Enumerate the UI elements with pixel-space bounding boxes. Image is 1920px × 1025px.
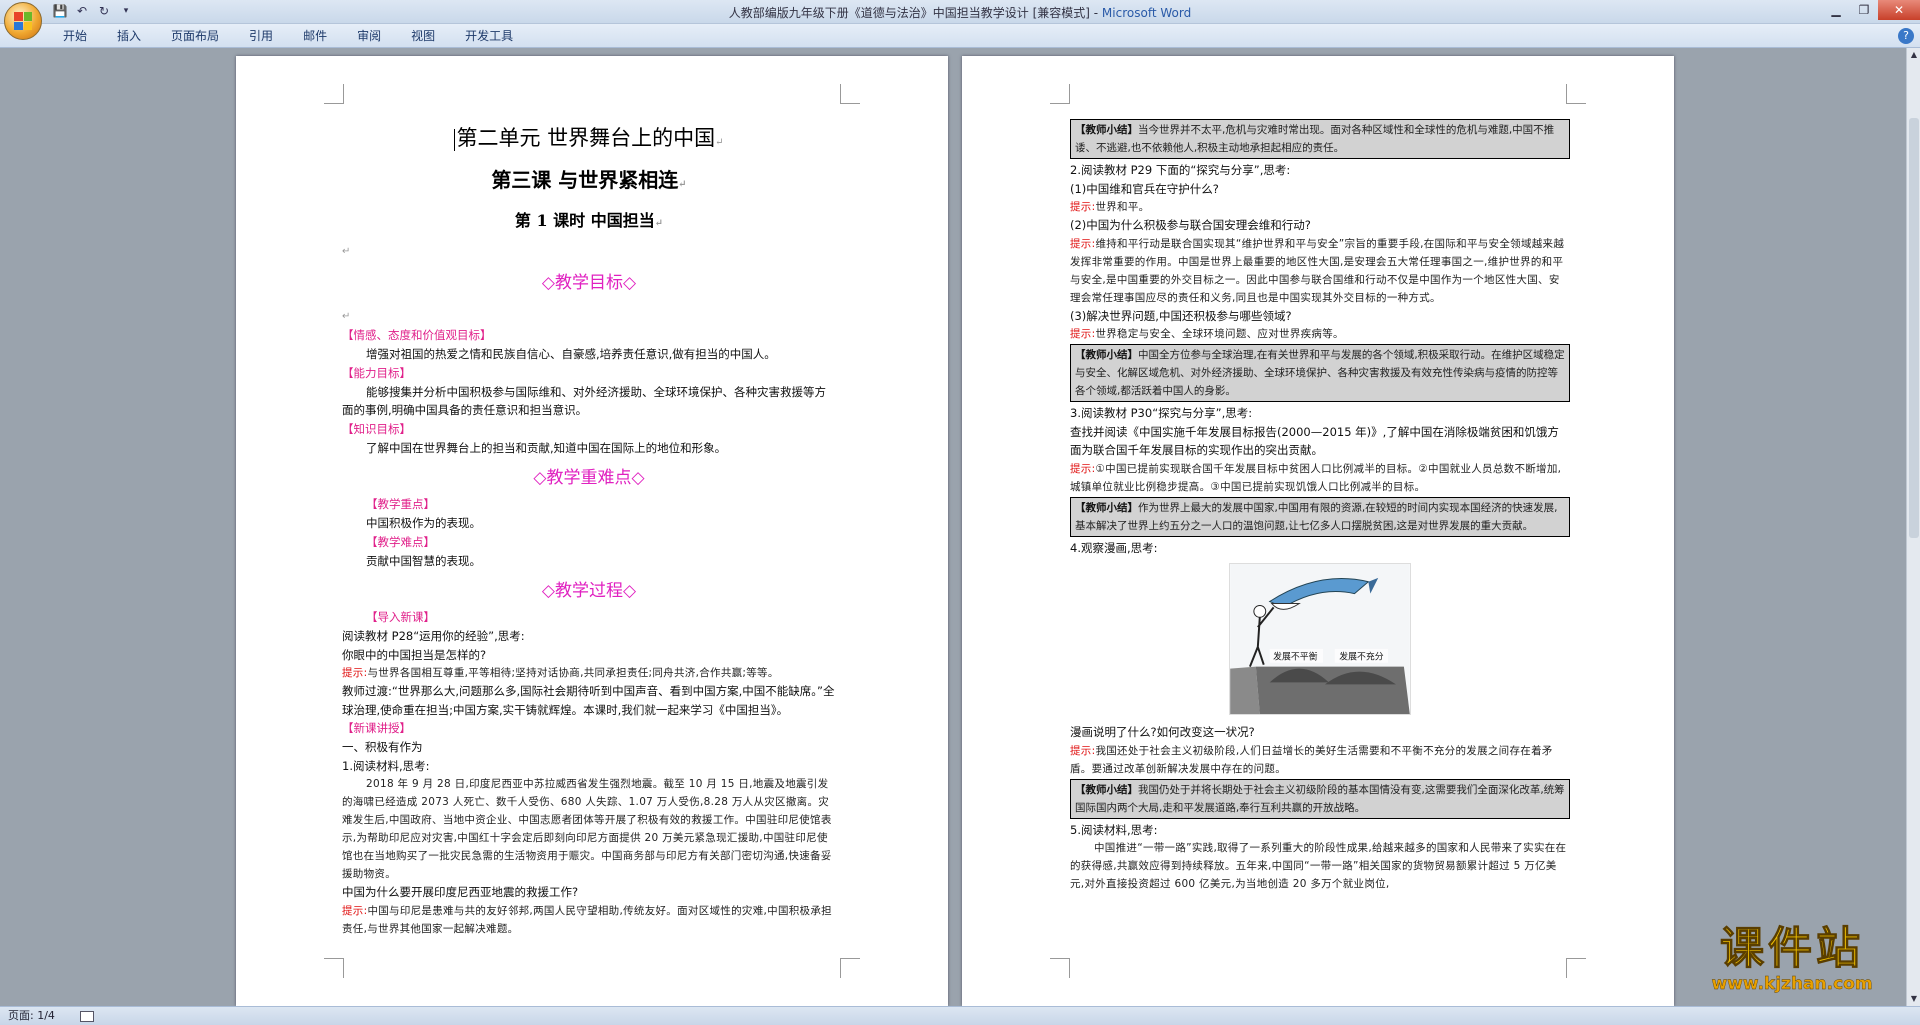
- teacher-summary-box-1: 【教师小结】当今世界并不太平,危机与灾难时常出现。面对各种区域性和全球性的危机与…: [1070, 119, 1570, 159]
- site-watermark: 课件站 www.kjzhan.com: [1672, 923, 1912, 1004]
- maximize-icon[interactable]: ❐: [1850, 0, 1878, 20]
- office-button[interactable]: [4, 2, 42, 40]
- scroll-up-icon[interactable]: ▲: [1907, 48, 1920, 62]
- emotion-goal-text: 增强对祖国的热爱之情和民族自信心、自豪感,培养责任意识,做有担当的中国人。: [366, 347, 776, 361]
- cartoon-ground: [1255, 666, 1410, 714]
- question-2b-tip: 提示:维持和平行动是联合国实现其“维护世界和平与安全”宗旨的重要手段,在国际和平…: [1070, 237, 1565, 304]
- document-page-1[interactable]: 第二单元 世界舞台上的中国↵ 第三课 与世界紧相连↵ 第 1 课时 中国担当↵ …: [236, 56, 948, 1006]
- difficult-point-text: 贡献中国智慧的表现。: [366, 553, 481, 568]
- period-title: 第 1 课时 中国担当↵: [514, 211, 664, 230]
- read-material-5: 5.阅读材料,思考:: [1070, 822, 1158, 837]
- observe-cartoon: 4.观察漫画,思考:: [1070, 540, 1158, 555]
- ability-goal-text: 能够搜集并分析中国积极参与国际维和、对外经济援助、全球环境保护、各种灾害救援等方…: [342, 384, 826, 418]
- window-title: 人教部编版九年级下册《道德与法治》中国担当教学设计 [兼容模式] - Micro…: [0, 4, 1920, 21]
- teacher-summary-box-4: 【教师小结】我国仍处于并将长期处于社会主义初级阶段的基本国情没有变,这需要我们全…: [1070, 778, 1570, 819]
- cartoon-label-unbalanced: 发展不平衡: [1273, 651, 1317, 663]
- tab-mailings[interactable]: 邮件: [288, 24, 342, 48]
- tab-review[interactable]: 审阅: [342, 24, 396, 48]
- ribbon-tab-bar: 开始 插入 页面布局 引用 邮件 审阅 视图 开发工具 ?: [0, 24, 1920, 48]
- key-point-text: 中国积极作为的表现。: [366, 516, 481, 530]
- part-one-heading: 一、积极有作为: [342, 740, 423, 754]
- read-material-3: 3.阅读教材 P30“探究与分享”,思考:: [1070, 406, 1253, 420]
- window-controls: ▁ ❐ ✕: [1822, 0, 1920, 20]
- teacher-summary-box-2: 【教师小结】中国全方位参与全球治理,在有关世界和平与发展的各个领域,积极采取行动…: [1070, 344, 1570, 402]
- page-2-content: 【教师小结】当今世界并不太平,危机与灾难时常出现。面对各种区域性和全球性的危机与…: [962, 56, 1674, 1006]
- question-2a-tip: 提示:世界和平。: [1070, 201, 1150, 213]
- empty-paragraph: ↵: [342, 246, 351, 257]
- belt-road-material: 中国推进“一带一路”实践,取得了一系列重大的阶段性成果,给越来越多的国家和人民带…: [1070, 842, 1567, 890]
- label-difficult-point: 【教学难点】: [366, 534, 435, 549]
- vertical-scrollbar[interactable]: ▲ ▼: [1906, 48, 1920, 1006]
- knowledge-goal-text: 了解中国在世界舞台上的担当和贡献,知道中国在国际上的地位和形象。: [366, 440, 727, 455]
- tab-page-layout[interactable]: 页面布局: [156, 24, 234, 48]
- intro-question: 你眼中的中国担当是怎样的?: [342, 647, 487, 662]
- ribbon-tabs: 开始 插入 页面布局 引用 邮件 审阅 视图 开发工具: [48, 24, 528, 48]
- spelling-status-icon[interactable]: [80, 1010, 95, 1022]
- intro-tip: 提示:与世界各国相互尊重,平等相待;坚持对话协商,共同承担责任;同舟共济,合作共…: [342, 667, 779, 679]
- minimize-icon[interactable]: ▁: [1822, 0, 1850, 20]
- section-teaching-process: ◇教学过程◇: [541, 581, 637, 601]
- read-material-2: 2.阅读教材 P29 下面的“探究与分享”,思考:: [1070, 163, 1291, 177]
- question-2c-tip: 提示:世界稳定与安全、全球环境问题、应对世界疾病等。: [1070, 328, 1344, 340]
- section-teaching-goals: ◇教学目标◇: [541, 272, 637, 293]
- tab-developer[interactable]: 开发工具: [450, 24, 528, 48]
- office-logo-icon: [14, 12, 32, 30]
- read-material-3-task: 查找并阅读《中国实施千年发展目标报告(2000—2015 年)》,了解中国在消除…: [1070, 424, 1559, 458]
- scrollbar-thumb[interactable]: [1909, 118, 1919, 538]
- tab-references[interactable]: 引用: [234, 24, 288, 48]
- close-icon[interactable]: ✕: [1878, 0, 1920, 20]
- document-title: 人教部编版九年级下册《道德与法治》中国担当教学设计 [兼容模式] -: [728, 6, 1102, 20]
- question-3-tip: 提示:①中国已提前实现联合国千年发展目标中贫困人口比例减半的目标。②中国就业人员…: [1070, 462, 1562, 493]
- help-icon[interactable]: ?: [1898, 28, 1914, 44]
- label-knowledge-goal: 【知识目标】: [342, 421, 411, 436]
- label-emotion-goal: 【情感、态度和价值观目标】: [342, 328, 492, 342]
- title-bar: 💾 ↶ ↻ ▾ 人教部编版九年级下册《道德与法治》中国担当教学设计 [兼容模式]…: [0, 0, 1920, 24]
- question-4: 漫画说明了什么?如何改变这一状况?: [1070, 725, 1255, 739]
- question-2b: (2)中国为什么积极参与联合国安理会维和行动?: [1070, 218, 1311, 232]
- app-name: Microsoft Word: [1101, 6, 1192, 20]
- cartoon-cliff-left: [1230, 666, 1260, 714]
- question-4-tip: 提示:我国还处于社会主义初级阶段,人们日益增长的美好生活需要和不平衡不充分的发展…: [1070, 744, 1553, 775]
- question-1-tip: 提示:中国与印尼是患难与共的友好邻邦,两国人民守望相助,传统友好。面对区域性的灾…: [342, 904, 832, 935]
- label-intro: 【导入新课】: [366, 610, 435, 624]
- cartoon-label-insufficient: 发展不充分: [1339, 651, 1383, 663]
- question-1: 中国为什么要开展印度尼西亚地震的救援工作?: [342, 885, 579, 899]
- read-material-1: 1.阅读材料,思考:: [342, 758, 430, 773]
- lesson-title: 第三课 与世界紧相连↵: [491, 168, 687, 192]
- watermark-text: 课件站: [1720, 923, 1864, 974]
- tab-view[interactable]: 视图: [396, 24, 450, 48]
- section-key-difficult: ◇教学重难点◇: [533, 468, 645, 488]
- unit-title: 第二单元 世界舞台上的中国↵: [454, 126, 724, 151]
- watermark-url: www.kjzhan.com: [1711, 974, 1873, 994]
- page-indicator[interactable]: 页面: 1/4: [8, 1009, 55, 1022]
- page-1-content: 第二单元 世界舞台上的中国↵ 第三课 与世界紧相连↵ 第 1 课时 中国担当↵ …: [236, 56, 948, 1006]
- teacher-transition: 教师过渡:“世界那么大,问题那么多,国际社会期待听到中国声音、看到中国方案,中国…: [342, 684, 835, 717]
- earthquake-material: 2018 年 9 月 28 日,印度尼西亚中苏拉威西省发生强烈地震。截至 10 …: [342, 778, 832, 880]
- cartoon-figure-head: [1253, 604, 1267, 618]
- empty-paragraph: ↵: [342, 310, 351, 322]
- tab-insert[interactable]: 插入: [102, 24, 156, 48]
- intro-instruction: 阅读教材 P28“运用你的经验”,思考:: [342, 629, 525, 643]
- label-ability-goal: 【能力目标】: [342, 365, 411, 380]
- cartoon-image: 发展不平衡 发展不充分: [1229, 563, 1411, 715]
- label-key-point: 【教学重点】: [366, 497, 435, 511]
- document-page-2[interactable]: 【教师小结】当今世界并不太平,危机与灾难时常出现。面对各种区域性和全球性的危机与…: [962, 56, 1674, 1006]
- tab-home[interactable]: 开始: [48, 24, 102, 48]
- teacher-summary-box-3: 【教师小结】作为世界上最大的发展中国家,中国用有限的资源,在较短的时间内实现本国…: [1070, 496, 1570, 537]
- question-2c: (3)解决世界问题,中国还积极参与哪些领域?: [1070, 308, 1292, 323]
- label-new-lesson: 【新课讲授】: [342, 721, 411, 735]
- status-bar: 页面: 1/4: [0, 1006, 1920, 1025]
- question-2a: (1)中国维和官兵在守护什么?: [1070, 181, 1219, 196]
